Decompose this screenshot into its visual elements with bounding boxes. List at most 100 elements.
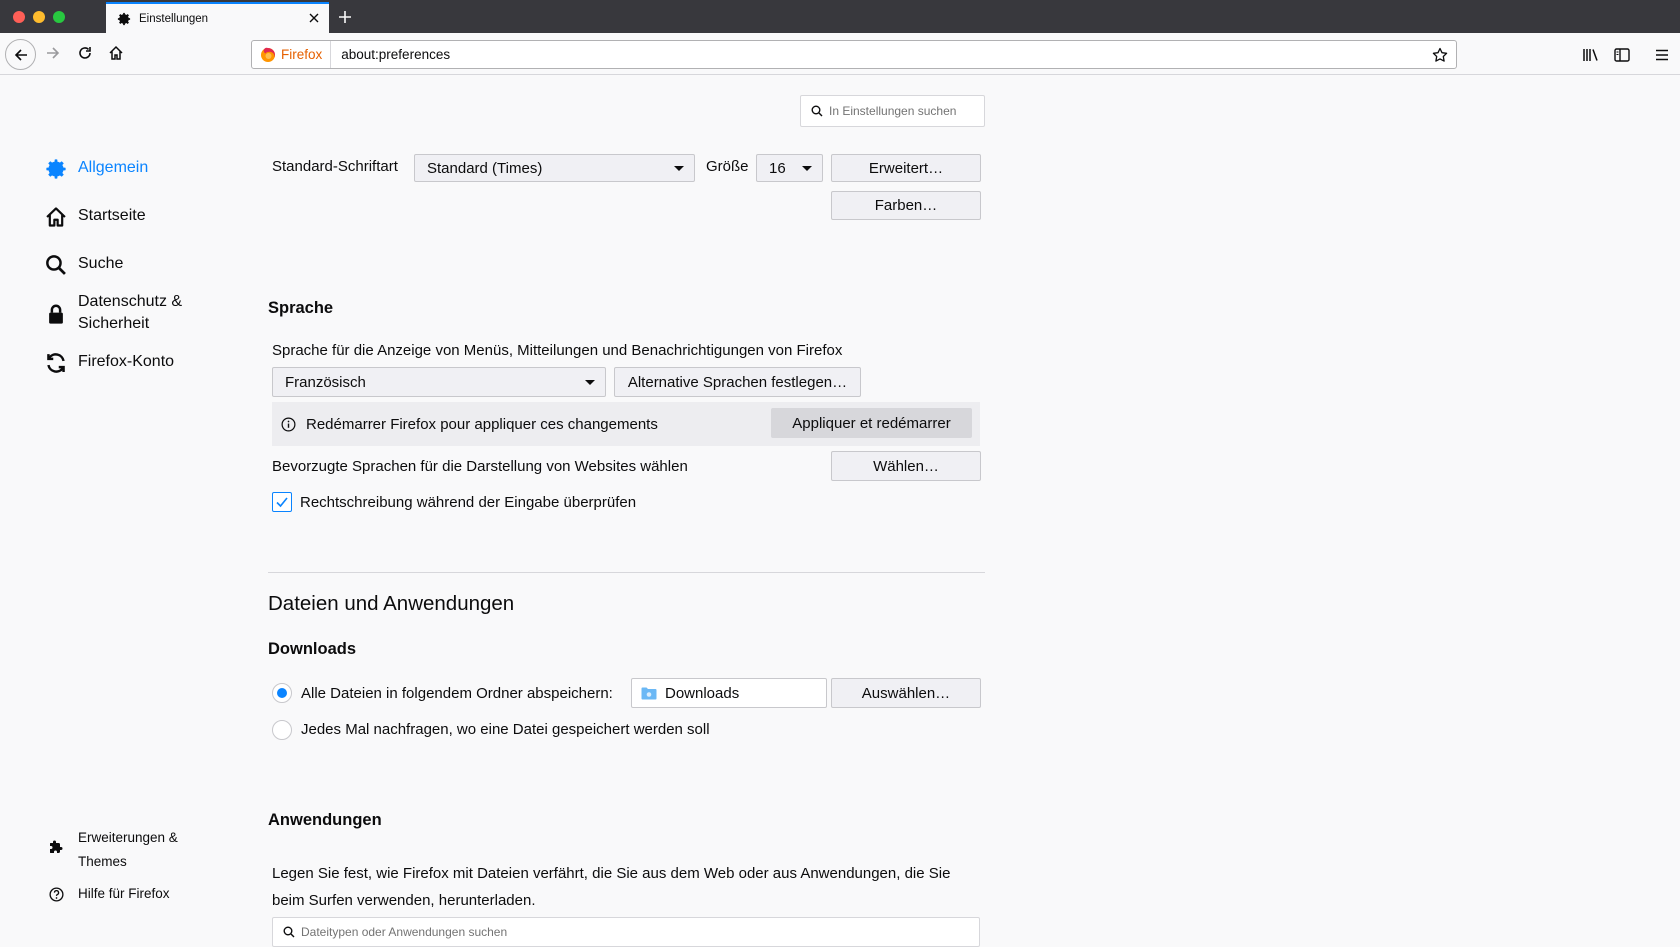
extensions-label-line2: Themes [78,854,127,869]
apply-restart-button[interactable]: Appliquer et redémarrer [771,408,972,438]
star-icon [1432,47,1448,62]
save-to-folder-label: Alle Dateien in folgendem Ordner abspeic… [301,685,613,702]
chevron-down-icon [585,380,595,385]
choose-folder-button[interactable]: Auswählen… [831,678,981,708]
home-icon [44,205,68,229]
reload-icon [79,47,91,59]
section-divider [268,572,985,573]
chevron-down-icon [674,166,684,171]
alternative-languages-button[interactable]: Alternative Sprachen festlegen… [614,367,861,397]
gear-icon [116,11,132,27]
sidebar-link-extensions-themes[interactable]: Erweiterungen & Themes [46,826,178,874]
fonts-advanced-button[interactable]: Erweitert… [831,154,981,182]
info-icon [280,416,296,432]
tab-title: Einstellungen [139,12,209,25]
lock-icon [44,302,68,326]
checkmark-icon [276,497,288,508]
nav-toolbar: Firefox about:preferences [0,33,1680,75]
default-font-label: Standard-Schriftart [272,158,398,175]
default-font-select[interactable]: Standard (Times) [414,154,695,182]
minimize-window-button[interactable] [33,11,45,23]
search-icon [283,926,295,938]
arrow-left-icon [14,48,27,61]
sidebar-item-label: Firefox-Konto [78,353,175,370]
spellcheck-label: Rechtschreibung während der Eingabe über… [300,494,637,511]
sidebar-item-label: Datenschutz & Sicherheit [78,291,182,335]
web-languages-label: Bevorzugte Sprachen für die Darstellung … [272,458,688,475]
files-apps-heading: Dateien und Anwendungen [268,592,515,615]
sidebar-link-label: Erweiterungen & Themes [78,826,178,874]
bookmark-star-button[interactable] [1430,45,1450,65]
hamburger-menu-button[interactable] [1651,44,1673,66]
settings-search-input[interactable]: In Einstellungen suchen [800,95,985,127]
download-folder-name: Downloads [665,684,740,702]
language-value: Französisch [285,373,366,391]
font-size-value: 16 [769,159,786,177]
close-tab-icon[interactable] [307,11,321,25]
choose-web-languages-button[interactable]: Wählen… [831,451,981,481]
sidebar-item-label-line1: Datenschutz & [78,293,183,310]
folder-icon [641,686,657,700]
downloads-heading: Downloads [268,640,357,658]
arrow-right-icon [47,47,60,59]
preferences-content: In Einstellungen suchen Allgemein Starts… [0,75,1680,947]
default-font-value: Standard (Times) [427,159,543,177]
close-window-button[interactable] [13,11,25,23]
chevron-down-icon [802,166,812,171]
language-select[interactable]: Französisch [272,367,606,397]
sidebar-item-label: Startseite [78,207,146,224]
font-size-label: Größe [706,158,749,175]
search-icon [811,105,823,117]
back-button[interactable] [5,39,36,70]
reload-button[interactable] [70,38,100,68]
identity-box[interactable]: Firefox [252,41,332,68]
sidebar-link-help[interactable]: Hilfe für Firefox [46,882,170,906]
applications-description-line1: Legen Sie fest, wie Firefox mit Dateien … [272,865,951,882]
file-type-filter-input[interactable]: Dateitypen oder Anwendungen suchen [272,917,980,947]
sidebar-item-label-line2: Sicherheit [78,315,150,332]
sidebar-item-suche[interactable]: Suche [44,253,123,277]
puzzle-icon [46,838,66,858]
applications-description-line2: beim Surfen verwenden, herunterladen. [272,892,536,909]
zoom-window-button[interactable] [53,11,65,23]
always-ask-radio[interactable] [272,720,292,740]
firefox-logo-icon [261,47,275,62]
library-icon [1583,49,1598,61]
new-tab-button[interactable] [336,8,354,26]
url-bar[interactable]: Firefox about:preferences [251,40,1457,69]
search-icon [44,253,68,277]
search-placeholder: In Einstellungen suchen [829,104,957,118]
sidebar-item-allgemein[interactable]: Allgemein [44,157,148,181]
restart-message-bar: Redémarrer Firefox pour appliquer ces ch… [272,402,980,446]
forward-button[interactable] [38,38,68,68]
applications-heading: Anwendungen [268,811,382,829]
spellcheck-checkbox[interactable] [272,492,292,512]
always-ask-label: Jedes Mal nachfragen, wo eine Datei gesp… [301,721,710,738]
font-size-select[interactable]: 16 [756,154,823,182]
library-button[interactable] [1580,44,1602,66]
download-folder-field[interactable]: Downloads [631,678,827,708]
home-button[interactable] [101,38,131,68]
sidebar-icon [1614,48,1630,62]
tab-settings[interactable]: Einstellungen [106,2,329,33]
identity-label: Firefox [281,47,323,62]
sidebar-item-label: Allgemein [78,159,149,176]
extensions-label-line1: Erweiterungen & [78,830,178,845]
home-icon [109,45,123,60]
sidebar-link-label: Hilfe für Firefox [78,886,170,901]
restart-message-text: Redémarrer Firefox pour appliquer ces ch… [306,415,658,433]
sidebar-item-firefox-konto[interactable]: Firefox-Konto [44,351,174,375]
url-text[interactable]: about:preferences [341,47,450,62]
save-to-folder-radio[interactable] [272,683,292,703]
menu-icon [1656,49,1668,61]
colors-button[interactable]: Farben… [831,191,981,220]
sidebar-toggle-button[interactable] [1611,44,1633,66]
filter-placeholder: Dateitypen oder Anwendungen suchen [301,925,508,939]
help-icon [46,884,66,904]
sidebar-item-startseite[interactable]: Startseite [44,205,146,229]
language-heading: Sprache [268,299,334,317]
sync-icon [44,351,68,375]
gear-icon [44,157,68,181]
language-description: Sprache für die Anzeige von Menüs, Mitte… [272,342,843,359]
sidebar-item-datenschutz[interactable]: Datenschutz & Sicherheit [44,291,182,335]
